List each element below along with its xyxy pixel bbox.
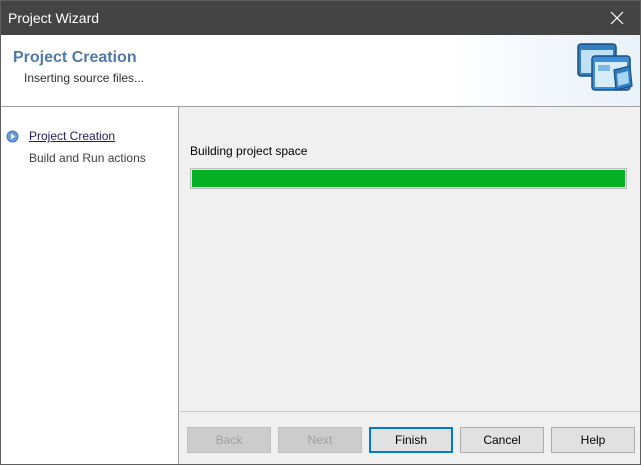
project-wizard-window: Project Wizard Project Creation Insertin…: [0, 0, 641, 465]
back-button[interactable]: Back: [187, 427, 271, 453]
current-step-arrow-icon: [6, 130, 19, 143]
next-button[interactable]: Next: [278, 427, 362, 453]
progress-bar: [190, 168, 627, 189]
wizard-header: Project Creation Inserting source files.…: [1, 35, 640, 107]
step-project-creation[interactable]: Project Creation: [29, 129, 115, 143]
progress-bar-fill: [192, 170, 625, 187]
header-subtitle: Inserting source files...: [24, 71, 145, 85]
header-title: Project Creation: [13, 49, 137, 66]
finish-button[interactable]: Finish: [369, 427, 453, 453]
progress-label: Building project space: [190, 144, 308, 158]
help-button[interactable]: Help: [551, 427, 635, 453]
window-title: Project Wizard: [8, 10, 100, 26]
close-icon: [610, 11, 624, 25]
step-build-and-run-actions[interactable]: Build and Run actions: [29, 151, 146, 165]
footer-divider: [180, 411, 640, 412]
wizard-steps-sidebar: Project Creation Build and Run actions: [1, 107, 179, 464]
title-bar[interactable]: Project Wizard: [1, 1, 640, 35]
cancel-button[interactable]: Cancel: [460, 427, 544, 453]
wizard-windows-icon: [577, 43, 633, 91]
close-button[interactable]: [594, 1, 640, 35]
wizard-content: Building project space: [180, 107, 640, 411]
